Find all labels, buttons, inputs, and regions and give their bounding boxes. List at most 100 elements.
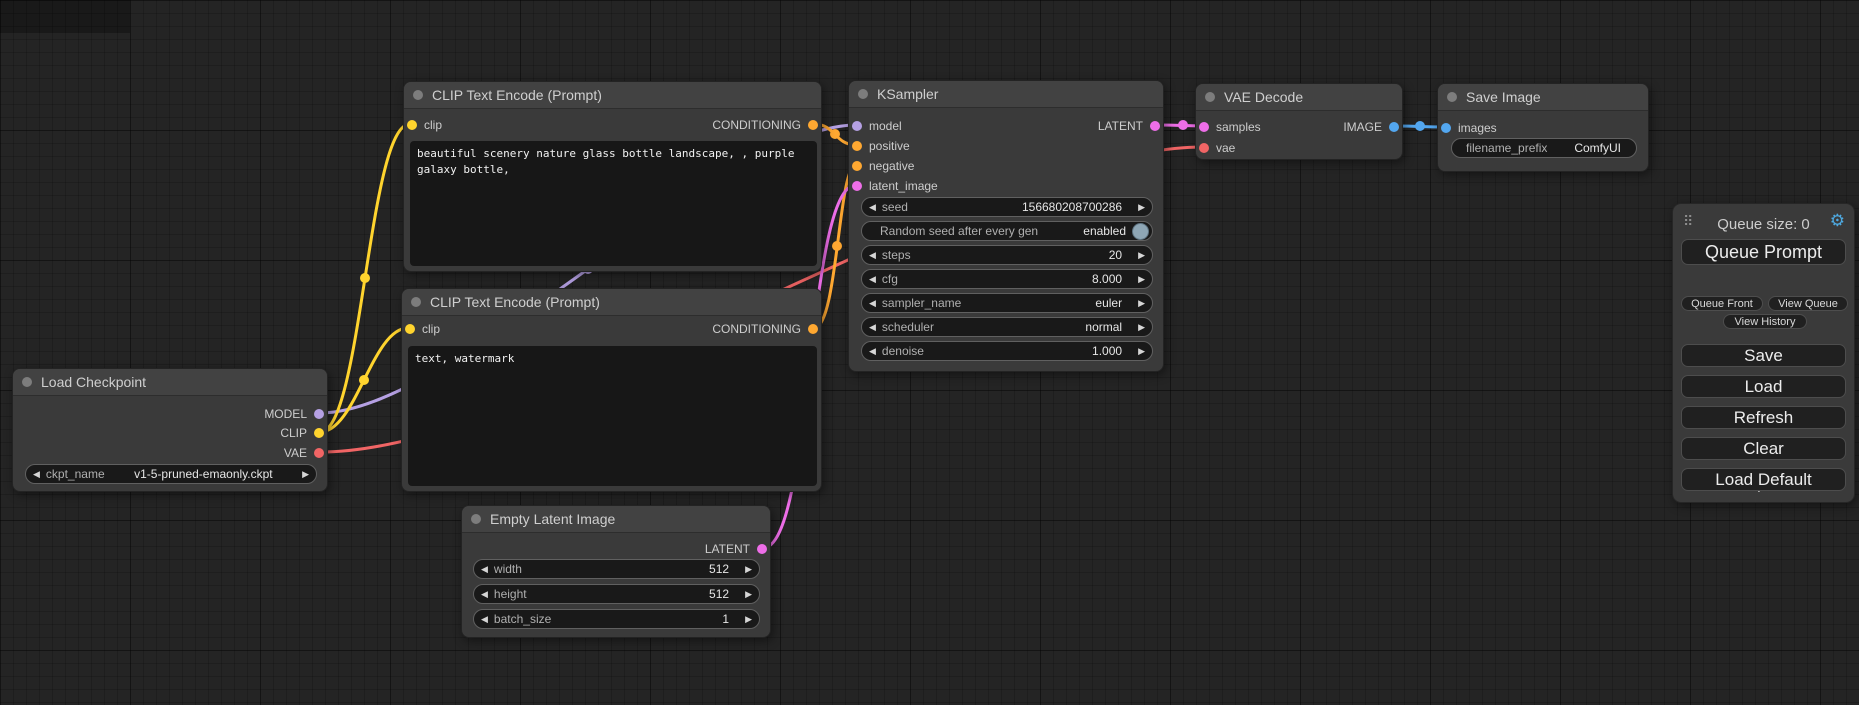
node-collapse-dot[interactable] <box>1447 92 1457 102</box>
increment-arrow-icon[interactable]: ▶ <box>1138 341 1145 361</box>
output-slot-clip[interactable]: CLIP <box>280 423 324 443</box>
node-ksampler[interactable]: KSampler model positive negative latent_… <box>848 80 1164 372</box>
view-queue-button[interactable]: View Queue <box>1768 296 1848 311</box>
node-graph-canvas[interactable]: Load Checkpoint MODEL CLIP VAE ◀ ckpt_na… <box>0 0 1859 705</box>
image-port-icon[interactable] <box>1389 122 1399 132</box>
save-button[interactable]: Save <box>1681 344 1846 367</box>
widget-denoise[interactable]: ◀ denoise 1.000 ▶ <box>861 341 1153 361</box>
widget-width[interactable]: ◀ width 512 ▶ <box>473 559 760 579</box>
node-empty-latent-image[interactable]: Empty Latent Image LATENT ◀ width 512 ▶ … <box>461 505 771 638</box>
widget-filename-prefix[interactable]: filename_prefix ComfyUI <box>1451 138 1637 158</box>
widget-height[interactable]: ◀ height 512 ▶ <box>473 584 760 604</box>
clear-button[interactable]: Clear <box>1681 437 1846 460</box>
ksampler-title-bar[interactable]: KSampler <box>849 81 1163 108</box>
random-seed-toggle[interactable] <box>1132 223 1149 240</box>
node-collapse-dot[interactable] <box>411 297 421 307</box>
increment-arrow-icon[interactable]: ▶ <box>745 559 752 579</box>
conditioning-port-icon[interactable] <box>808 120 818 130</box>
widget-steps[interactable]: ◀ steps 20 ▶ <box>861 245 1153 265</box>
save-image-title-bar[interactable]: Save Image <box>1438 84 1648 111</box>
clip-port-icon[interactable] <box>405 324 415 334</box>
vae-port-icon[interactable] <box>314 448 324 458</box>
node-vae-decode[interactable]: VAE Decode samples vae IMAGE <box>1195 83 1403 160</box>
widget-seed[interactable]: ◀ seed 156680208700286 ▶ <box>861 197 1153 217</box>
decrement-arrow-icon[interactable]: ◀ <box>33 464 40 484</box>
decrement-arrow-icon[interactable]: ◀ <box>869 197 876 217</box>
decrement-arrow-icon[interactable]: ◀ <box>869 245 876 265</box>
model-port-icon[interactable] <box>852 121 862 131</box>
increment-arrow-icon[interactable]: ▶ <box>1138 197 1145 217</box>
conditioning-port-icon[interactable] <box>852 161 862 171</box>
node-save-image[interactable]: Save Image images filename_prefix ComfyU… <box>1437 83 1649 172</box>
node-collapse-dot[interactable] <box>471 514 481 524</box>
increment-arrow-icon[interactable]: ▶ <box>1138 245 1145 265</box>
input-slot-positive[interactable]: positive <box>852 136 910 156</box>
output-slot-vae[interactable]: VAE <box>284 443 324 463</box>
node-clip-text-encode-positive[interactable]: CLIP Text Encode (Prompt) clip CONDITION… <box>403 81 822 272</box>
widget-batch-size[interactable]: ◀ batch_size 1 ▶ <box>473 609 760 629</box>
clip-negative-title-bar[interactable]: CLIP Text Encode (Prompt) <box>402 289 821 316</box>
increment-arrow-icon[interactable]: ▶ <box>745 584 752 604</box>
increment-arrow-icon[interactable]: ▶ <box>1138 269 1145 289</box>
model-port-icon[interactable] <box>314 409 324 419</box>
queue-prompt-button[interactable]: Queue Prompt <box>1681 239 1846 265</box>
increment-arrow-icon[interactable]: ▶ <box>745 609 752 629</box>
decrement-arrow-icon[interactable]: ◀ <box>481 609 488 629</box>
input-slot-latent-image[interactable]: latent_image <box>852 176 938 196</box>
latent-port-icon[interactable] <box>1199 122 1209 132</box>
node-load-checkpoint[interactable]: Load Checkpoint MODEL CLIP VAE ◀ ckpt_na… <box>12 368 328 492</box>
prompt-textarea-negative[interactable]: text, watermark <box>408 346 817 486</box>
output-slot-conditioning[interactable]: CONDITIONING <box>712 319 818 339</box>
clip-port-icon[interactable] <box>314 428 324 438</box>
clip-port-icon[interactable] <box>407 120 417 130</box>
node-collapse-dot[interactable] <box>22 377 32 387</box>
input-slot-clip[interactable]: clip <box>407 115 442 135</box>
input-slot-samples[interactable]: samples <box>1199 117 1261 137</box>
increment-arrow-icon[interactable]: ▶ <box>1138 317 1145 337</box>
widget-cfg[interactable]: ◀ cfg 8.000 ▶ <box>861 269 1153 289</box>
node-collapse-dot[interactable] <box>858 89 868 99</box>
prompt-textarea-positive[interactable]: beautiful scenery nature glass bottle la… <box>410 141 817 266</box>
widget-random-seed[interactable]: Random seed after every gen enabled <box>861 221 1153 241</box>
output-slot-conditioning[interactable]: CONDITIONING <box>712 115 818 135</box>
decrement-arrow-icon[interactable]: ◀ <box>869 293 876 313</box>
latent-port-icon[interactable] <box>1150 121 1160 131</box>
settings-gear-icon[interactable]: ⚙ <box>1830 211 1845 231</box>
conditioning-port-icon[interactable] <box>852 141 862 151</box>
load-default-button[interactable]: Load Default <box>1681 468 1846 491</box>
output-slot-latent[interactable]: LATENT <box>1098 116 1160 136</box>
empty-latent-title-bar[interactable]: Empty Latent Image <box>462 506 770 533</box>
queue-panel[interactable]: ⠿ Queue size: 0 ⚙ Queue Prompt Extra opt… <box>1672 203 1855 503</box>
input-slot-vae[interactable]: vae <box>1199 138 1235 158</box>
image-port-icon[interactable] <box>1441 123 1451 133</box>
widget-scheduler[interactable]: ◀ scheduler normal ▶ <box>861 317 1153 337</box>
queue-front-button[interactable]: Queue Front <box>1681 296 1763 311</box>
node-collapse-dot[interactable] <box>1205 92 1215 102</box>
refresh-button[interactable]: Refresh <box>1681 406 1846 429</box>
input-slot-model[interactable]: model <box>852 116 902 136</box>
vae-decode-title-bar[interactable]: VAE Decode <box>1196 84 1402 111</box>
widget-ckpt-name[interactable]: ◀ ckpt_name v1-5-pruned-emaonly.ckpt ▶ <box>25 464 317 484</box>
decrement-arrow-icon[interactable]: ◀ <box>869 269 876 289</box>
latent-port-icon[interactable] <box>757 544 767 554</box>
widget-sampler-name[interactable]: ◀ sampler_name euler ▶ <box>861 293 1153 313</box>
vae-port-icon[interactable] <box>1199 143 1209 153</box>
decrement-arrow-icon[interactable]: ◀ <box>869 341 876 361</box>
increment-arrow-icon[interactable]: ▶ <box>1138 293 1145 313</box>
input-slot-negative[interactable]: negative <box>852 156 914 176</box>
decrement-arrow-icon[interactable]: ◀ <box>481 584 488 604</box>
conditioning-port-icon[interactable] <box>808 324 818 334</box>
decrement-arrow-icon[interactable]: ◀ <box>481 559 488 579</box>
increment-arrow-icon[interactable]: ▶ <box>302 464 309 484</box>
node-clip-text-encode-negative[interactable]: CLIP Text Encode (Prompt) clip CONDITION… <box>401 288 822 492</box>
node-collapse-dot[interactable] <box>413 90 423 100</box>
input-slot-images[interactable]: images <box>1441 118 1497 138</box>
output-slot-model[interactable]: MODEL <box>264 404 324 424</box>
input-slot-clip[interactable]: clip <box>405 319 440 339</box>
output-slot-latent[interactable]: LATENT <box>705 539 767 559</box>
output-slot-image[interactable]: IMAGE <box>1343 117 1399 137</box>
load-checkpoint-title-bar[interactable]: Load Checkpoint <box>13 369 327 396</box>
latent-port-icon[interactable] <box>852 181 862 191</box>
load-button[interactable]: Load <box>1681 375 1846 398</box>
clip-positive-title-bar[interactable]: CLIP Text Encode (Prompt) <box>404 82 821 109</box>
